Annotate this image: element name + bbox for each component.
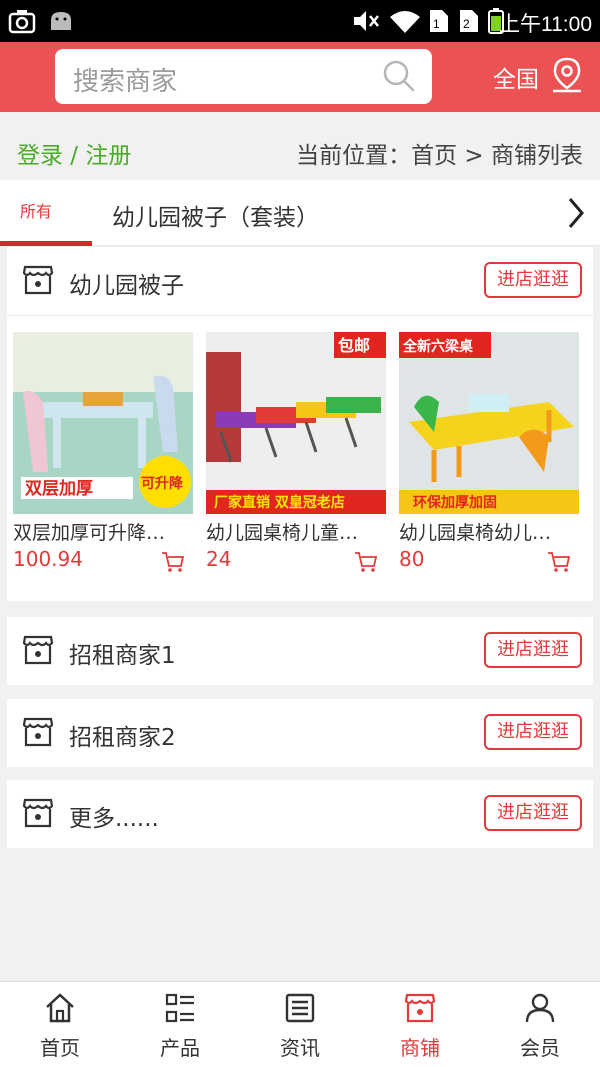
product-image-text: 双层加厚: [25, 479, 93, 499]
product-image-badge: 全新六梁桌: [402, 338, 474, 355]
product-image-text: 厂家直销 双皇冠老店: [214, 494, 345, 511]
product-image-badge: 可升降: [141, 475, 184, 492]
chevron-right-icon[interactable]: [566, 196, 586, 230]
product-image[interactable]: 包邮 厂家直销 双皇冠老店: [206, 332, 386, 514]
store-icon: [22, 798, 54, 828]
status-bar: 1 2 上午11:00: [0, 0, 600, 42]
category-tabs: 所有 幼儿园被子（套装）: [0, 180, 600, 246]
nav-home[interactable]: 首页: [0, 982, 120, 1067]
tab-all-label: 所有: [20, 202, 53, 221]
product-image-badge: 包邮: [338, 336, 370, 355]
svg-text:2: 2: [463, 17, 470, 31]
screenshot-icon: [8, 10, 36, 34]
product-title: 幼儿园桌椅幼儿…: [399, 522, 552, 544]
list-icon: [165, 993, 194, 1023]
app-header: 搜索商家 全国: [0, 42, 600, 112]
region-selector[interactable]: 全国: [493, 60, 539, 94]
home-icon: [46, 993, 74, 1023]
sim2-icon: 2: [460, 10, 478, 32]
news-icon: [285, 993, 315, 1023]
product-price-row: 100.94: [13, 547, 193, 573]
search-input[interactable]: 搜索商家: [55, 49, 432, 104]
location-row: 登录 / 注册 当前位置：首页 > 商铺列表: [0, 112, 600, 180]
nav-stores-label: 商铺: [400, 1036, 440, 1060]
nav-news[interactable]: 资讯: [240, 982, 360, 1067]
cart-icon[interactable]: [161, 551, 185, 573]
product-price: 24: [206, 547, 232, 571]
shop-name: 幼儿园被子: [69, 273, 184, 299]
shop-card-header[interactable]: 幼儿园被子 进店逛逛: [7, 247, 593, 315]
product-item[interactable]: 全新六梁桌 环保加厚加固 幼儿园桌椅幼儿… 80: [399, 332, 579, 573]
nav-products-label: 产品: [160, 1036, 200, 1060]
store-icon: [22, 265, 54, 295]
nav-member[interactable]: 会员: [480, 982, 600, 1067]
nav-home-label: 首页: [40, 1036, 80, 1060]
search-icon[interactable]: [382, 59, 416, 93]
nav-news-label: 资讯: [280, 1036, 320, 1060]
breadcrumb: 当前位置：首页 > 商铺列表: [296, 143, 583, 169]
product-price: 100.94: [13, 547, 83, 571]
visit-shop-button[interactable]: 进店逛逛: [484, 632, 582, 668]
tab-kindergarten-quilt[interactable]: 幼儿园被子（套装）: [112, 198, 319, 232]
sim1-icon: 1: [430, 10, 448, 32]
product-image-text: 环保加厚加固: [413, 494, 497, 511]
bottom-nav: 首页 产品 资讯 商铺 会员: [0, 981, 600, 1067]
shop-card-header[interactable]: 招租商家2 进店逛逛: [7, 699, 593, 767]
status-time: 上午11:00: [499, 13, 592, 36]
search-placeholder: 搜索商家: [73, 67, 178, 97]
location-pin-icon[interactable]: [550, 56, 584, 94]
product-title: 幼儿园桌椅儿童…: [206, 522, 359, 544]
shop-card-header[interactable]: 更多...... 进店逛逛: [7, 780, 593, 848]
product-price: 80: [399, 547, 425, 571]
visit-shop-button[interactable]: 进店逛逛: [484, 795, 582, 831]
shop-name: 更多......: [69, 806, 159, 832]
product-price-row: 24: [206, 547, 386, 573]
product-price-row: 80: [399, 547, 579, 573]
user-icon: [525, 993, 555, 1023]
product-image[interactable]: 全新六梁桌 环保加厚加固: [399, 332, 579, 514]
nav-member-label: 会员: [520, 1036, 560, 1060]
tab-all[interactable]: 所有: [0, 180, 92, 246]
shop-name: 招租商家2: [69, 725, 176, 751]
login-register-link[interactable]: 登录 / 注册: [17, 136, 131, 170]
store-icon: [404, 993, 436, 1023]
visit-shop-button[interactable]: 进店逛逛: [484, 262, 582, 298]
product-item[interactable]: 包邮 厂家直销 双皇冠老店 幼儿园桌椅儿童… 24: [206, 332, 386, 573]
shop-card: 招租商家2 进店逛逛: [7, 699, 593, 767]
nav-products[interactable]: 产品: [120, 982, 240, 1067]
cart-icon[interactable]: [547, 551, 571, 573]
svg-text:1: 1: [433, 17, 440, 31]
shop-card: 招租商家1 进店逛逛: [7, 617, 593, 685]
android-icon: [51, 12, 71, 30]
cart-icon[interactable]: [354, 551, 378, 573]
store-icon: [22, 717, 54, 747]
tab-active-indicator: [0, 241, 92, 246]
wifi-icon: [390, 11, 420, 33]
store-icon: [22, 635, 54, 665]
product-image[interactable]: 双层加厚 可升降: [13, 332, 193, 514]
nav-stores[interactable]: 商铺: [360, 982, 480, 1067]
shop-card: 幼儿园被子 进店逛逛 双层加厚 可升降 双层加厚可升降… 100.94 包邮 厂…: [7, 247, 593, 601]
shop-card: 更多...... 进店逛逛: [7, 780, 593, 848]
product-title: 双层加厚可升降…: [13, 522, 166, 544]
product-list: 双层加厚 可升降 双层加厚可升降… 100.94 包邮 厂家直销 双皇冠老店 幼…: [7, 315, 593, 601]
product-item[interactable]: 双层加厚 可升降 双层加厚可升降… 100.94: [13, 332, 193, 573]
shop-name: 招租商家1: [69, 643, 176, 669]
visit-shop-button[interactable]: 进店逛逛: [484, 714, 582, 750]
mute-icon: [354, 11, 379, 31]
shop-card-header[interactable]: 招租商家1 进店逛逛: [7, 617, 593, 685]
